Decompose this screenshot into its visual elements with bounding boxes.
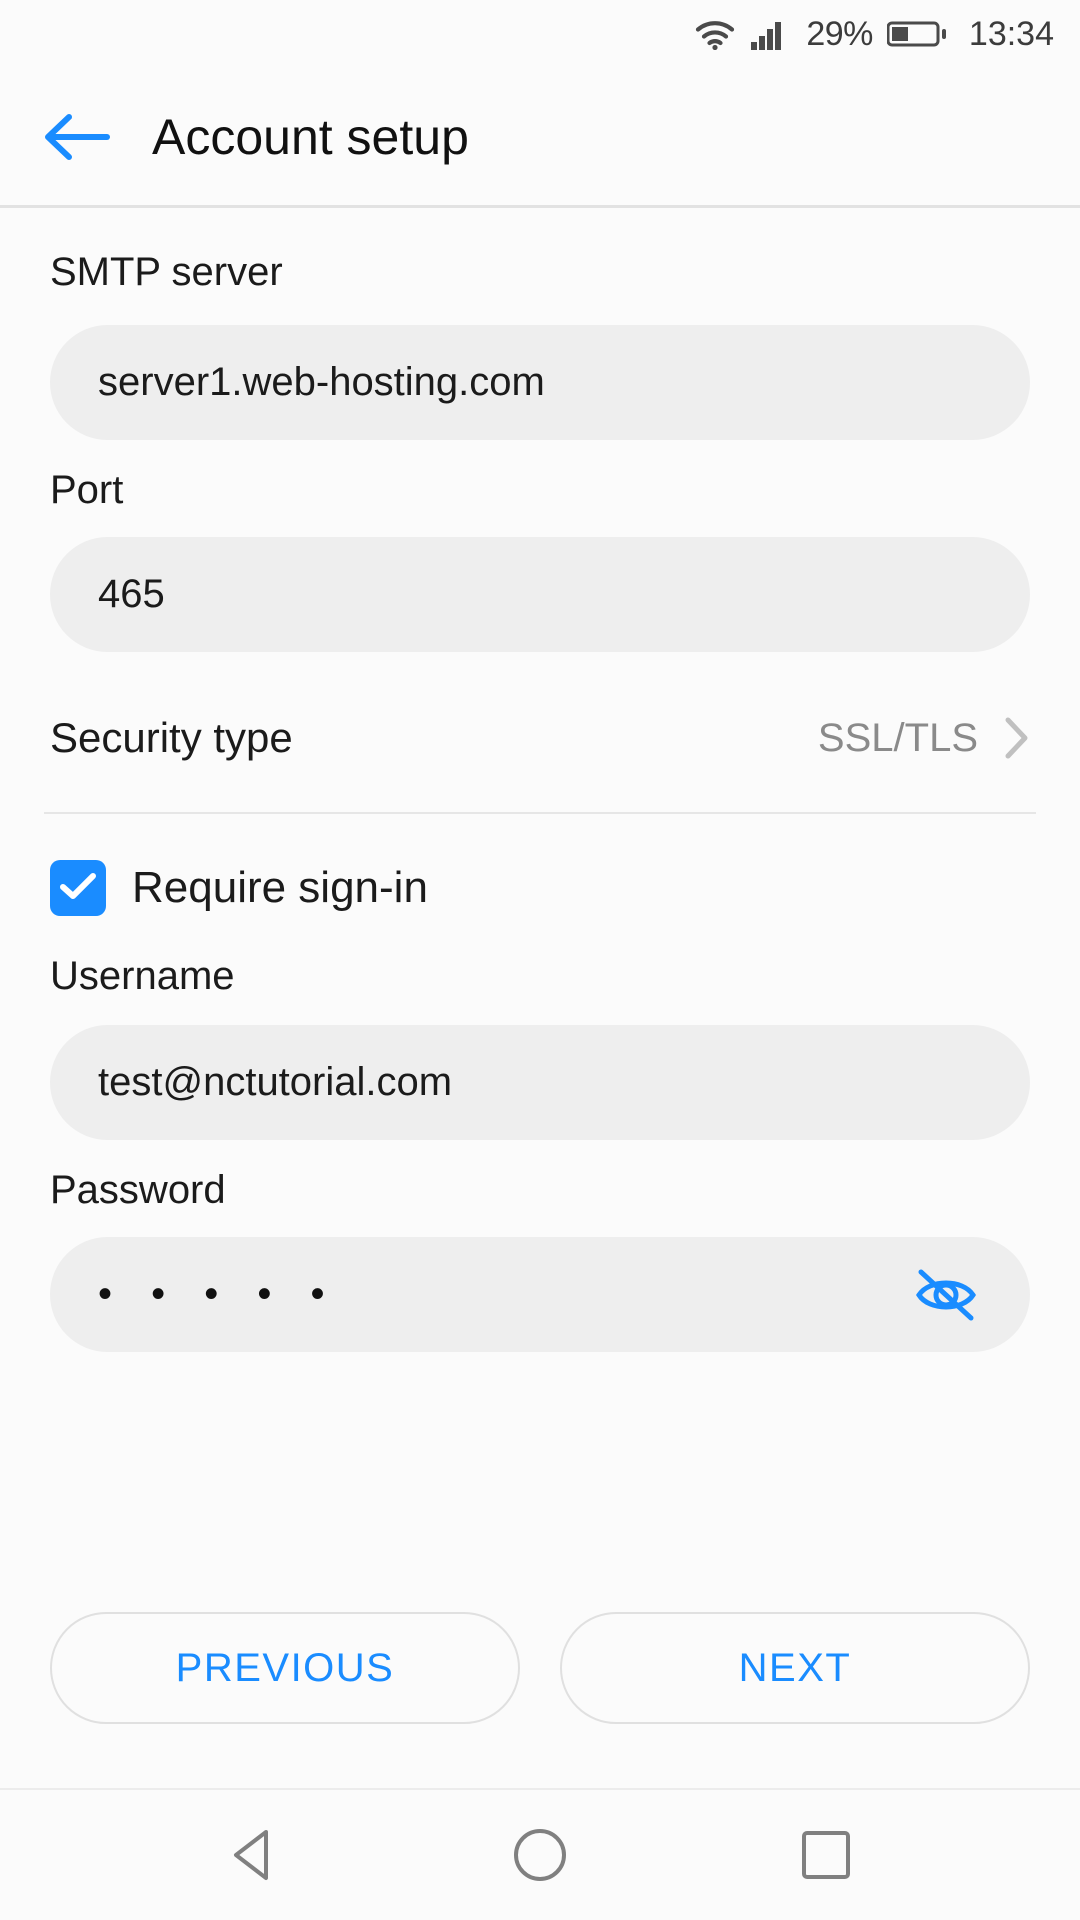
chevron-right-icon xyxy=(1004,716,1030,760)
page-title: Account setup xyxy=(152,109,469,165)
smtp-server-input[interactable]: server1.web-hosting.com xyxy=(50,325,1030,440)
next-button-label: NEXT xyxy=(738,1645,852,1690)
cellular-signal-icon xyxy=(750,18,790,50)
smtp-server-label: SMTP server xyxy=(50,250,283,294)
security-type-label: Security type xyxy=(50,714,293,761)
status-bar: 29% 13:34 xyxy=(0,0,1080,68)
username-input[interactable]: test@nctutorial.com xyxy=(50,1025,1030,1140)
port-label: Port xyxy=(50,468,124,512)
nav-home-circle-icon[interactable] xyxy=(492,1807,588,1903)
battery-percentage: 29% xyxy=(806,15,873,53)
previous-button[interactable]: PREVIOUS xyxy=(50,1612,520,1724)
require-signin-checkbox[interactable] xyxy=(50,860,106,916)
system-nav-bar xyxy=(0,1790,1080,1920)
password-label: Password xyxy=(50,1168,226,1212)
next-button[interactable]: NEXT xyxy=(560,1612,1030,1724)
eye-off-icon[interactable] xyxy=(910,1265,982,1325)
password-input[interactable]: • • • • • xyxy=(50,1237,1030,1352)
username-value: test@nctutorial.com xyxy=(98,1060,453,1104)
require-signin-label: Require sign-in xyxy=(132,863,428,912)
checkmark-icon xyxy=(59,871,97,906)
title-bar: Account setup xyxy=(0,68,1080,206)
form-content: SMTP server server1.web-hosting.com Port… xyxy=(0,208,1080,1708)
wifi-icon xyxy=(694,18,736,50)
account-setup-screen: 29% 13:34 Account setup SMTP server serv… xyxy=(0,0,1080,1920)
port-input[interactable]: 465 xyxy=(50,537,1030,652)
smtp-server-value: server1.web-hosting.com xyxy=(98,360,545,404)
nav-back-triangle-icon[interactable] xyxy=(206,1807,302,1903)
nav-recents-square-icon[interactable] xyxy=(778,1807,874,1903)
status-bar-clock: 13:34 xyxy=(968,15,1054,53)
battery-icon xyxy=(886,18,947,50)
previous-button-label: PREVIOUS xyxy=(175,1645,395,1690)
security-type-row[interactable]: Security type SSL/TLS xyxy=(50,692,1030,784)
port-value: 465 xyxy=(98,572,165,616)
username-label: Username xyxy=(50,954,235,998)
require-signin-row[interactable]: Require sign-in xyxy=(50,860,1030,916)
action-button-row: PREVIOUS NEXT xyxy=(0,1612,1080,1724)
security-type-value: SSL/TLS xyxy=(817,715,978,760)
security-type-value-group: SSL/TLS xyxy=(818,716,1030,761)
password-value: • • • • • xyxy=(98,1272,339,1316)
back-arrow-icon[interactable] xyxy=(24,85,128,189)
